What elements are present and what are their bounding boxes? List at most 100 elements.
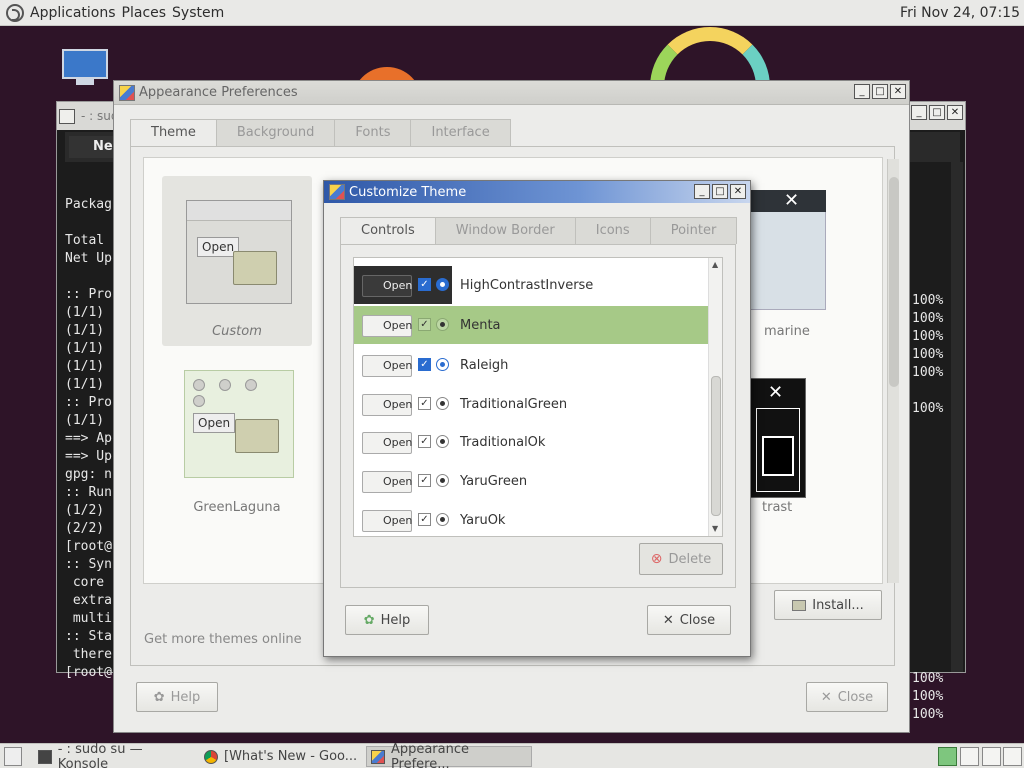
terminal-percent [912, 490, 943, 508]
menu-system[interactable]: System [172, 5, 224, 21]
chrome-icon [204, 749, 218, 764]
theme-name: TraditionalGreen [460, 396, 568, 412]
theme-name: YaruOk [460, 512, 506, 528]
terminal-percent [912, 562, 943, 580]
customize-help-button[interactable]: ✿ Help [345, 605, 429, 635]
delete-icon: ⊗ [650, 551, 663, 567]
tab-icons[interactable]: Icons [574, 217, 651, 244]
tab-window-border[interactable]: Window Border [434, 217, 576, 244]
panel-clock[interactable]: Fri Nov 24, 07:15 [900, 5, 1020, 21]
close-icon: ✕ [820, 689, 832, 705]
theme-name: Raleigh [460, 357, 509, 373]
computer-desktop-icon[interactable] [62, 49, 114, 89]
list-item[interactable]: Open ✓ Raleigh [354, 346, 709, 384]
delete-button[interactable]: ⊗ Delete [639, 543, 723, 575]
menu-applications[interactable]: Applications [30, 5, 116, 21]
tab-interface[interactable]: Interface [410, 119, 511, 146]
customize-close-button[interactable]: ✕ Close [647, 605, 731, 635]
taskbar-item-browser[interactable]: [What's New - Goo... [200, 746, 360, 767]
close-icon[interactable]: ✕ [947, 105, 963, 120]
distro-logo-icon[interactable] [6, 3, 24, 22]
close-icon[interactable]: ✕ [730, 184, 746, 199]
terminal-percent [912, 544, 943, 562]
tab-fonts[interactable]: Fonts [334, 119, 412, 146]
menu-places[interactable]: Places [122, 5, 167, 21]
list-item[interactable]: Open ✓ YaruOk [354, 501, 709, 536]
konsole-menu-icon[interactable] [59, 108, 75, 124]
terminal-icon [38, 749, 52, 764]
list-item[interactable]: Open ✓ YaruGreen [354, 462, 709, 500]
terminal-percent: 100% [912, 347, 944, 362]
theme-thumb-custom[interactable]: Open Custom [162, 176, 312, 346]
maximize-icon[interactable]: □ [712, 184, 728, 199]
close-icon[interactable]: ✕ [890, 84, 906, 99]
workspace-4-icon[interactable] [1003, 747, 1022, 766]
appearance-help-button[interactable]: ✿ Help [136, 682, 218, 712]
tab-controls[interactable]: Controls [340, 217, 436, 245]
theme-preview: Open [186, 200, 292, 304]
theme-name: HighContrastInverse [460, 277, 594, 293]
terminal-percent: 100% [912, 401, 944, 416]
workspace-3-icon[interactable] [982, 747, 1001, 766]
get-more-themes-link[interactable]: Get more themes online [144, 632, 302, 647]
customize-theme-dialog[interactable]: Customize Theme _ □ ✕ Controls Window Bo… [323, 180, 751, 657]
terminal-percent: 100% [912, 689, 944, 704]
list-item[interactable]: Open ✓ TraditionalGreen [354, 385, 709, 423]
folder-icon [235, 419, 279, 453]
minimize-icon[interactable]: _ [911, 105, 927, 120]
theme-thumb-greenlaguna[interactable]: Open GreenLaguna [162, 370, 312, 540]
theme-grid-scrollbar[interactable] [887, 159, 899, 583]
show-desktop-icon[interactable] [4, 747, 22, 766]
tab-theme[interactable]: Theme [130, 119, 217, 147]
tab-background[interactable]: Background [215, 119, 336, 146]
taskbar-item-konsole[interactable]: - : sudo su — Konsole [34, 742, 194, 768]
appearance-app-icon [329, 184, 345, 200]
minimize-icon[interactable]: _ [854, 84, 870, 99]
help-icon: ✿ [363, 612, 375, 628]
maximize-icon[interactable]: □ [872, 84, 888, 99]
terminal-percent [912, 454, 943, 472]
terminal-percent [912, 436, 943, 454]
controls-theme-list[interactable]: Open ✓ HighContrastInverse Open ✓ Menta Op… [353, 257, 723, 537]
taskbar-item-appearance[interactable]: Appearance Prefere... [366, 742, 532, 768]
close-icon: ✕ [768, 382, 784, 403]
list-item[interactable]: Open ✓ HighContrastInverse [354, 266, 709, 304]
konsole-scrollbar[interactable] [951, 162, 963, 672]
list-scrollbar[interactable]: ▲ ▼ [708, 258, 722, 536]
taskbar: - : sudo su — Konsole [What's New - Goo.… [0, 742, 1024, 768]
tab-pointer[interactable]: Pointer [649, 217, 738, 244]
terminal-percent [912, 382, 943, 400]
list-item[interactable]: Open ✓ TraditionalOk [354, 423, 709, 461]
terminal-percent [912, 652, 943, 670]
terminal-percent [912, 580, 943, 598]
scrollbar-thumb[interactable] [711, 376, 721, 516]
minimize-icon[interactable]: _ [694, 184, 710, 199]
terminal-percent [912, 472, 943, 490]
appearance-close-button[interactable]: ✕ Close [806, 682, 888, 712]
workspace-1-icon[interactable] [938, 747, 957, 766]
terminal-percent: 100% [912, 365, 944, 380]
install-button[interactable]: Install... [774, 590, 882, 620]
terminal-percent: 100% [912, 293, 944, 308]
terminal-percent [912, 418, 943, 436]
scroll-up-icon[interactable]: ▲ [712, 260, 718, 269]
list-item-selected[interactable]: Open ✓ Menta [354, 306, 709, 344]
appearance-titlebar[interactable]: Appearance Preferences [114, 81, 909, 105]
customize-title: Customize Theme [349, 184, 467, 200]
close-icon: ✕ [662, 612, 674, 628]
theme-label-greenlaguna: GreenLaguna [193, 500, 281, 515]
appearance-app-icon [371, 749, 385, 764]
terminal-percent-column: 100% 100% 100% 100% 100% 100% 100% 100% 100% [912, 292, 943, 724]
customize-titlebar[interactable]: Customize Theme [324, 181, 750, 203]
theme-label-marine: marine [764, 324, 810, 339]
terminal-percent [912, 616, 943, 634]
terminal-percent: 100% [912, 671, 944, 686]
theme-preview: Open [184, 370, 294, 478]
workspace-2-icon[interactable] [960, 747, 979, 766]
terminal-percent: 100% [912, 311, 944, 326]
folder-icon [233, 251, 277, 285]
controls-panel: Open ✓ HighContrastInverse Open ✓ Menta Op… [340, 244, 736, 588]
theme-label-contrast: trast [762, 500, 793, 515]
scroll-down-icon[interactable]: ▼ [712, 524, 718, 533]
maximize-icon[interactable]: □ [929, 105, 945, 120]
